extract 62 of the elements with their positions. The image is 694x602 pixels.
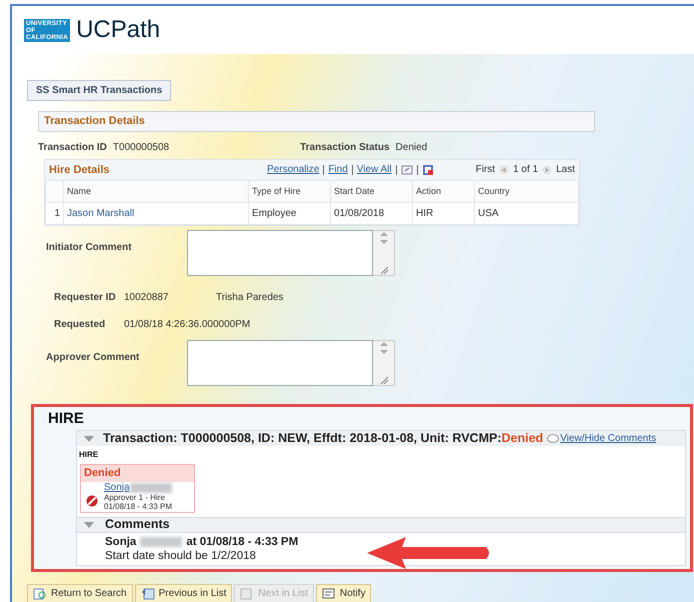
- last-link[interactable]: Last: [556, 162, 575, 178]
- field-value: 10020887: [124, 291, 170, 305]
- page-tab[interactable]: SS Smart HR Transactions: [27, 80, 172, 101]
- field-value: 01/08/18 4:26:36.000000PM: [124, 318, 250, 332]
- comment-bubble-icon: [547, 434, 560, 444]
- note-icon: [322, 587, 336, 600]
- search-page-icon: [33, 587, 47, 600]
- field-label: Transaction ID: [38, 140, 107, 154]
- download-icon[interactable]: [422, 164, 434, 176]
- status-text: Denied: [502, 430, 544, 448]
- first-link[interactable]: First: [476, 162, 496, 178]
- comment-field[interactable]: [187, 230, 373, 276]
- toggle-link[interactable]: View/Hide Comments: [560, 431, 656, 446]
- denied-icon: [86, 494, 98, 506]
- app-title: UCPath: [76, 15, 160, 45]
- grid-link[interactable]: Find: [328, 162, 348, 178]
- row-number: 1: [46, 202, 64, 224]
- page-count: 1 of 1: [513, 163, 538, 178]
- grid-link[interactable]: Personalize: [267, 162, 320, 178]
- column-header: Action: [412, 180, 474, 202]
- zoom-icon[interactable]: [400, 164, 413, 175]
- table-cell: 01/08/2018: [330, 202, 412, 224]
- collapse-icon[interactable]: [83, 434, 95, 442]
- grid-link[interactable]: View All: [356, 162, 392, 178]
- grid-title: Hire Details: [49, 162, 110, 178]
- field-value: T000000508: [112, 140, 170, 154]
- approval-date: 01/08/18 - 4:33 PM: [104, 502, 172, 510]
- field-label: Approver Comment: [46, 351, 140, 365]
- column-header: Type of Hire: [248, 180, 330, 202]
- field-label: Transaction Status: [300, 140, 390, 154]
- next-page-icon: [240, 587, 254, 600]
- column-header: Name: [64, 180, 248, 202]
- scroll-spinner[interactable]: [373, 230, 395, 276]
- comments-heading: Comments: [105, 516, 170, 534]
- comment-time: at 01/08/18 - 4:33 PM: [186, 534, 298, 548]
- table-cell: HIR: [412, 202, 474, 224]
- field-label: Requester ID: [54, 291, 117, 305]
- approver-role: Approver 1 - Hire: [104, 492, 166, 502]
- section-title: Transaction Details: [38, 111, 595, 132]
- approver-link[interactable]: Sonja: [104, 482, 130, 493]
- name-link[interactable]: Jason Marshall: [64, 202, 248, 224]
- table-cell: Employee: [248, 202, 330, 224]
- status-text: Denied: [81, 465, 194, 482]
- toolbar-button[interactable]: Notify: [316, 584, 372, 602]
- step-label: HIRE: [78, 449, 100, 461]
- transaction-header: Transaction: T000000508, ID: NEW, Effdt: 2018-01-08, Unit: RVCMP:: [103, 430, 502, 448]
- comment-text: Start date should be 1/2/2018: [105, 548, 257, 562]
- field-label: Requested: [54, 318, 106, 332]
- comment-author: Sonja: [105, 534, 136, 548]
- column-header: Start Date: [330, 180, 412, 202]
- comment-field[interactable]: [187, 340, 373, 386]
- field-value: Denied: [396, 140, 428, 154]
- column-header: Country: [474, 180, 578, 202]
- scroll-spinner[interactable]: [373, 340, 395, 386]
- table-cell: USA: [474, 202, 578, 224]
- requester-name: Trisha Paredes: [216, 291, 284, 305]
- toolbar-button[interactable]: Previous in List: [134, 584, 232, 602]
- toolbar-button[interactable]: Return to Search: [27, 584, 133, 602]
- collapse-icon[interactable]: [83, 520, 95, 528]
- field-label: Initiator Comment: [46, 241, 133, 255]
- previous-page-icon: [140, 587, 155, 600]
- section-heading: HIRE: [48, 410, 85, 428]
